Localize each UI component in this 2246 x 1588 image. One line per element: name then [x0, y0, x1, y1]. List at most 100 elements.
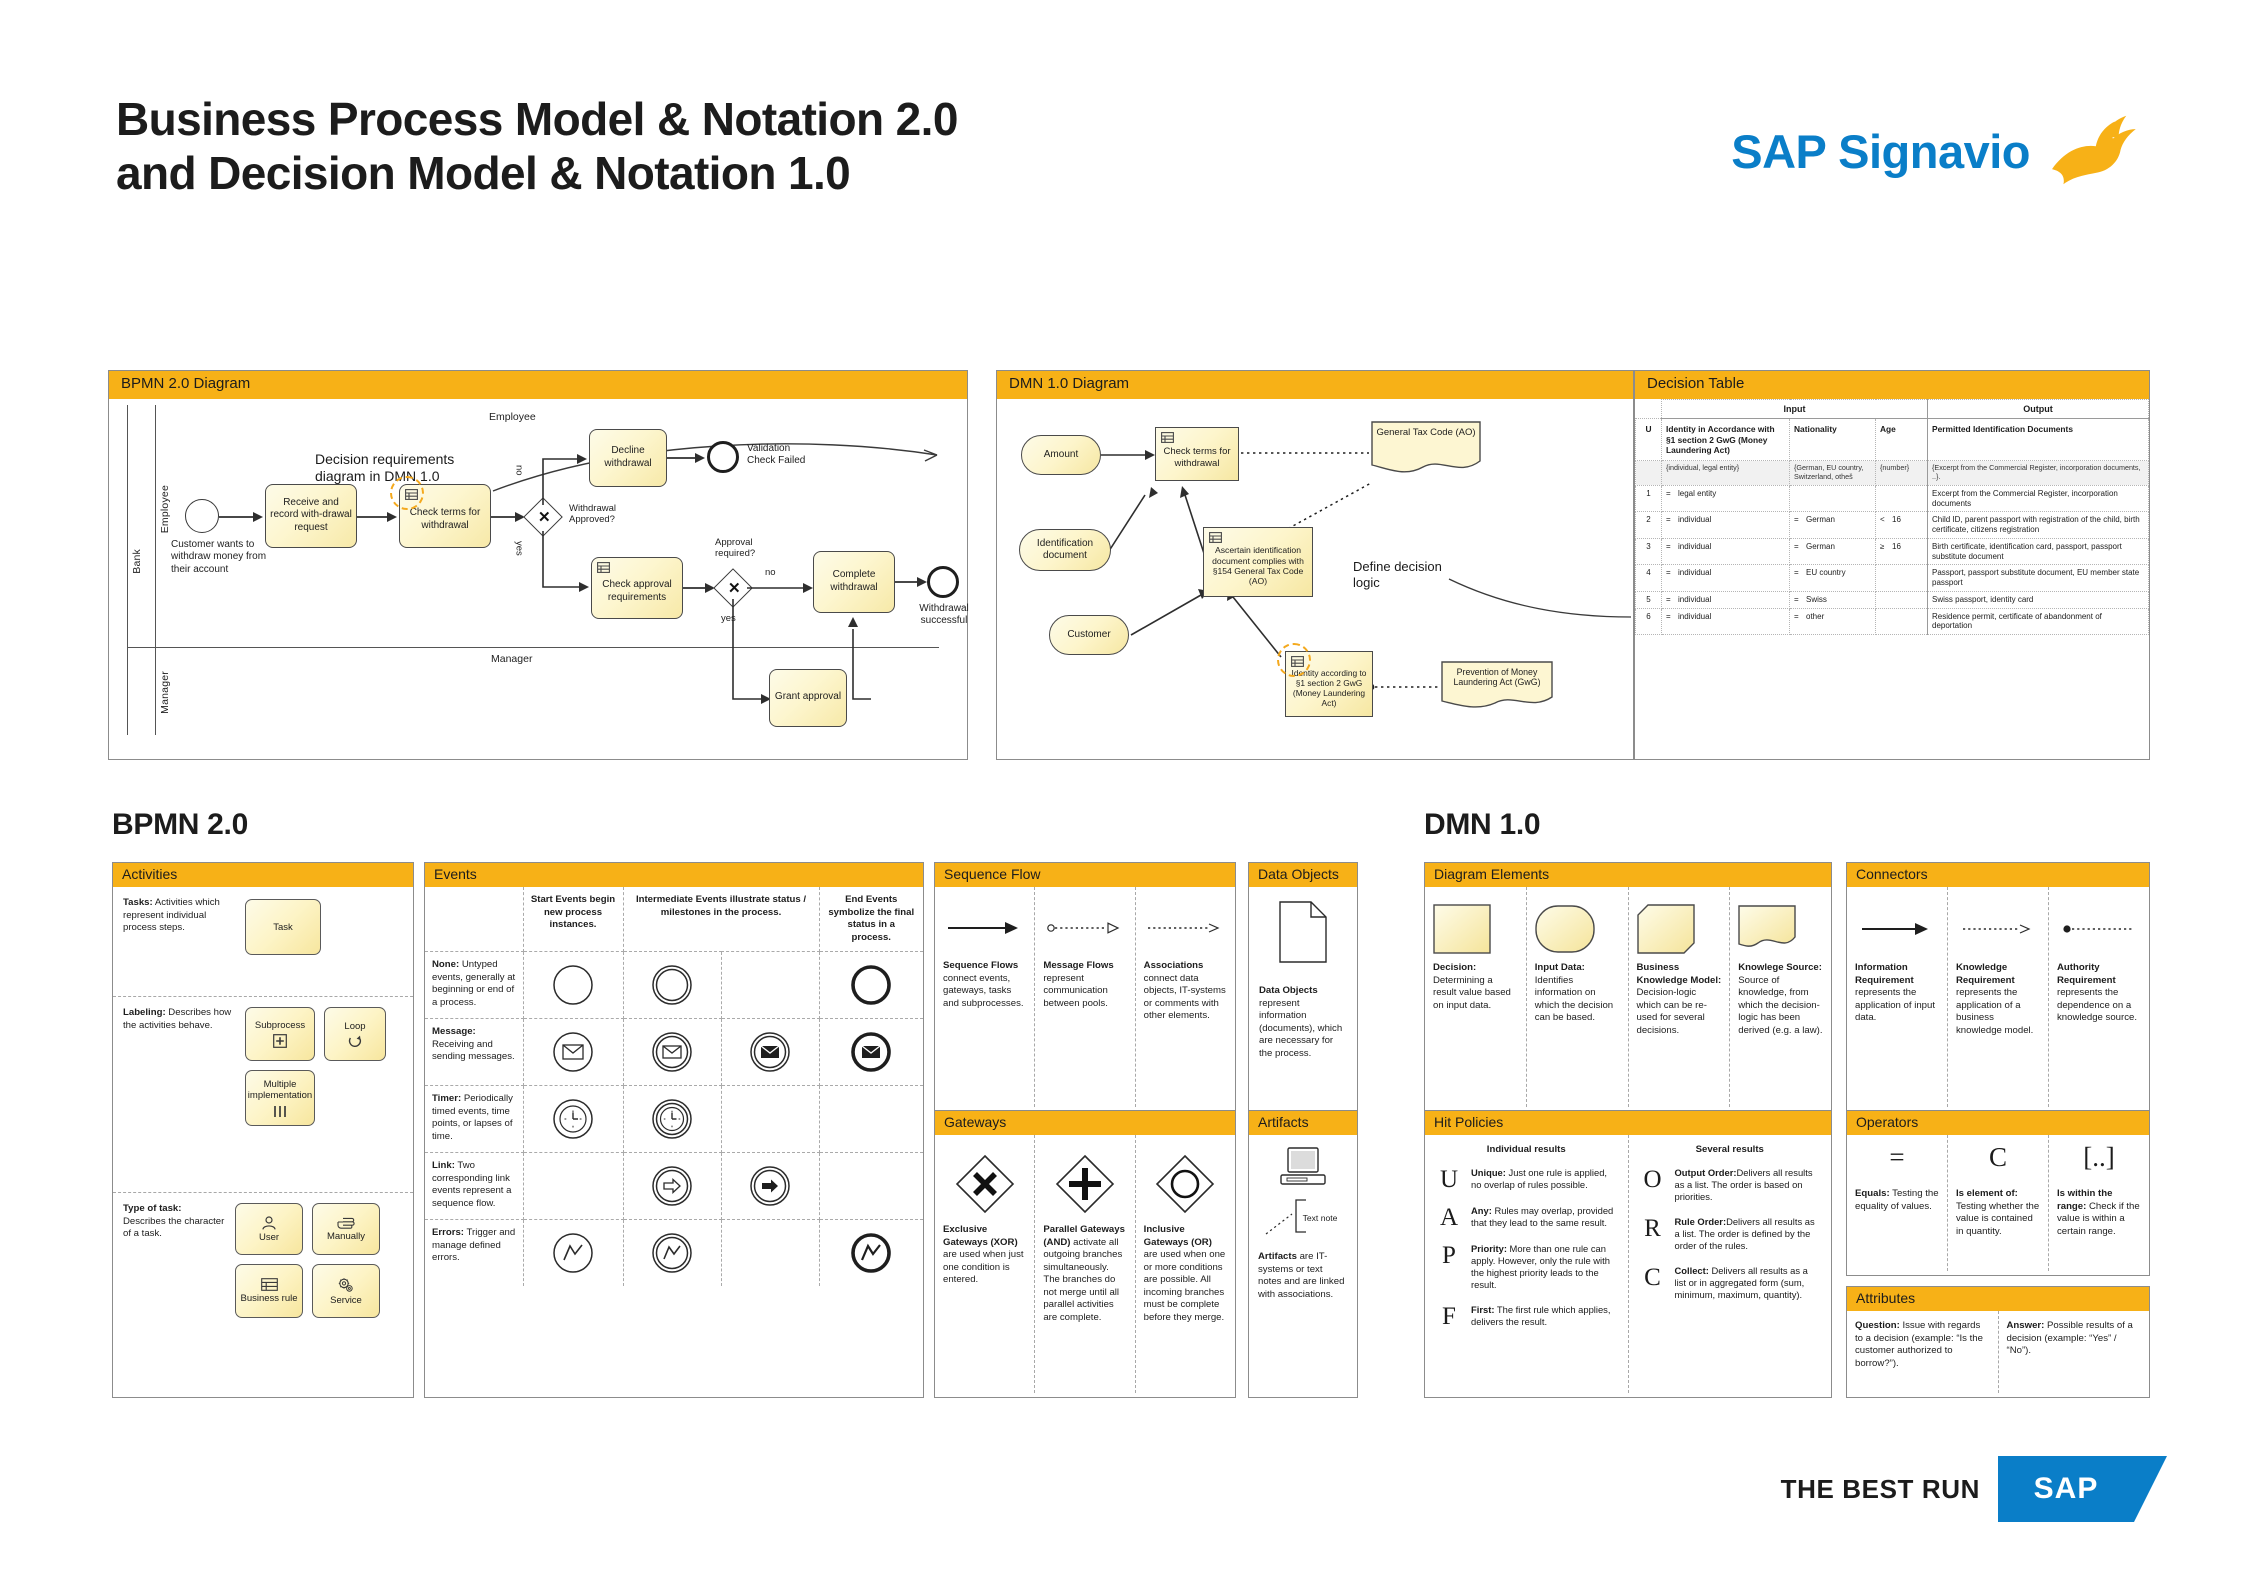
dmn-decision-ascertain-label: Ascertain identification document compli…: [1212, 545, 1304, 587]
event-none-end: [818, 951, 923, 1020]
event-link-end: [818, 1152, 923, 1221]
lead: Sequence Flows: [943, 960, 1019, 972]
lead: Message Flows: [1043, 960, 1114, 972]
shape-user-task: User: [235, 1203, 303, 1256]
decision-table-type-nationality: {German, EU country, Switzerland, otheš: [1789, 460, 1876, 486]
cell-nationality-value: German: [1806, 515, 1835, 525]
event-message-intermediate-catch: [622, 1018, 722, 1087]
attribute-answer-desc: Answer: Possible results of a decision (…: [2007, 1320, 2142, 1357]
diagram-element-input-data-desc: Input Data: Identifies information on wh…: [1535, 962, 1620, 1024]
event-error-intermediate: [622, 1219, 722, 1287]
op-symbol: =: [1794, 541, 1799, 551]
events-row-timer-desc: Timer: Periodically timed events, time p…: [425, 1085, 524, 1154]
activities-type-desc: Type of task: Describes the character of…: [123, 1203, 225, 1318]
shape-manual-label: Manually: [326, 1231, 366, 1243]
message-start-event-icon: [553, 1032, 593, 1073]
flow-label-yes-2: yes: [721, 612, 736, 624]
user-icon: [262, 1216, 276, 1230]
lane-divider: [127, 646, 939, 648]
shape-business-rule-task: Business rule: [235, 1264, 303, 1319]
op-symbol: =: [1666, 568, 1671, 578]
events-row-link: Link: Two corresponding link events repr…: [425, 1152, 923, 1221]
error-start-event-icon: [553, 1233, 593, 1274]
table-row: 5 = individual = Swiss Swiss passport, ide…: [1635, 590, 2149, 609]
events-col-intermediate: Intermediate Events illustrate status / …: [622, 887, 820, 953]
cell-nationality-value: EU country: [1806, 568, 1846, 578]
activities-tasks-desc: Tasks: Activities which represent indivi…: [123, 897, 235, 986]
timer-start-event-icon: [553, 1099, 593, 1140]
lane-header-employee: Employee: [489, 410, 536, 423]
event-timer-intermediate: [622, 1085, 722, 1154]
text: Determining a result value based on inpu…: [1433, 974, 1511, 1011]
events-row-none: None: Untyped events, generally at begin…: [425, 951, 923, 1020]
decision-table-body: Input Output U Identity in Accordance wi…: [1635, 398, 2149, 636]
lead: Authority Requirement: [2057, 962, 2116, 986]
cell-age: [1875, 564, 1928, 592]
flow-check-gw1: [491, 511, 525, 522]
events-title: Events: [425, 863, 923, 888]
decision-table-group-output: Output: [1927, 398, 2149, 420]
connector-authority-requirement-desc: Authority Requirement represents the dep…: [2057, 962, 2141, 1024]
lead: Decision:: [1433, 962, 1477, 974]
events-col-end: End Events symbolize the final status in…: [818, 887, 923, 953]
lead: Priority:: [1471, 1242, 1507, 1254]
events-row-timer: Timer: Periodically timed events, time p…: [425, 1085, 923, 1154]
diagram-element-decision-desc: Decision: Determining a result value bas…: [1433, 962, 1518, 1012]
operator-element-desc: Is element of: Testing whether the value…: [1956, 1188, 2040, 1238]
footer-tagline: THE BEST RUN: [1780, 1473, 1980, 1504]
cell-identity-value: individual: [1678, 568, 1712, 578]
page-title: Business Process Model & Notation 2.0 an…: [116, 92, 958, 201]
end-event-validation-failed-label: Validation Check Failed: [747, 442, 806, 467]
dmn-input-amount: Amount: [1021, 434, 1101, 475]
connector-knowledge-requirement-desc: Knowledge Requirement represents the app…: [1956, 962, 2040, 1037]
lead: Errors:: [432, 1227, 464, 1239]
sequence-flow-panel: Sequence Flow Sequence Flows connect eve…: [934, 862, 1236, 1112]
shape-multiple-implementation: Multiple implementation: [245, 1070, 315, 1127]
computer-icon: [1280, 1147, 1326, 1186]
highlight-ring-identity-bkm: [1277, 642, 1311, 677]
operator-equals: = Equals: Testing the equality of values…: [1847, 1135, 1948, 1272]
operators-title: Operators: [1847, 1111, 2149, 1136]
row-number: 6: [1635, 607, 1662, 636]
inclusive-gateway-icon: [1156, 1155, 1215, 1214]
event-link-intermediate-throw: [720, 1152, 820, 1221]
diagram-element-bkm: Business Knowledge Model: Decision-logic…: [1629, 887, 1731, 1108]
dmn-knowledge-source-tax-code-label: General Tax Code (AO): [1376, 426, 1476, 438]
activities-group-task-types: Type of task: Describes the character of…: [113, 1193, 413, 1328]
decision-table-hit-policy: U: [1635, 418, 1662, 462]
connectors-panel: Connectors Information Requirement repre…: [1846, 862, 2150, 1112]
pool-border-left: [127, 404, 128, 735]
sequence-flow-item-association: Associations connect data objects, IT-sy…: [1136, 887, 1235, 1107]
dmn-knowledge-source-prevention-label: Prevention of Money Laundering Act (GwG): [1453, 666, 1541, 688]
business-rule-icon-2: [597, 561, 610, 573]
highlight-ring-check-terms: [390, 475, 424, 510]
none-start-event-icon: [553, 965, 593, 1006]
sap-logo: SAP: [1998, 1456, 2167, 1522]
text: Testing whether the value is contained i…: [1956, 1200, 2040, 1237]
dmn-knowledge-source-prevention: Prevention of Money Laundering Act (GwG): [1441, 660, 1553, 711]
bpmn-diagram-title: BPMN 2.0 Diagram: [109, 371, 967, 399]
dmn-input-identification-document: Identification document: [1019, 528, 1111, 571]
poster-root: Business Process Model & Notation 2.0 an…: [0, 0, 2246, 1588]
text: symbolize the final status in a process.: [828, 906, 915, 943]
attributes-panel: Attributes Question: Issue with regards …: [1846, 1286, 2150, 1398]
cell-identity: = individual: [1661, 537, 1790, 566]
hit-policies-several-col: Several results O Output Order:Delivers …: [1629, 1135, 1832, 1393]
flow-grant-complete: [848, 616, 871, 700]
events-col-start: Start Events begin new process instances…: [522, 887, 624, 953]
dmn-decision-ascertain: Ascertain identification document compli…: [1203, 526, 1313, 597]
decision-table-icon-2: [1209, 531, 1222, 543]
loop-arrow-icon: [348, 1035, 362, 1047]
attribute-answer: Answer: Possible results of a decision (…: [1999, 1311, 2150, 1393]
shape-user-label: User: [258, 1231, 280, 1243]
hit-policy-letter-p: P: [1442, 1241, 1456, 1269]
connector-knowledge-requirement: Knowledge Requirement represents the app…: [1948, 887, 2049, 1108]
brand-name: SAP Signavio: [1731, 124, 2030, 178]
sequence-flow-arrow-icon: [947, 922, 1018, 935]
message-flow-desc: Message Flows represent communication be…: [1043, 960, 1126, 1010]
end-event-withdrawal-successful-label: Withdrawal successful: [919, 602, 969, 627]
cell-nationality: [1789, 484, 1876, 513]
hit-policies-individual-title: Individual results: [1486, 1144, 1566, 1156]
sequence-flow-item-sequence: Sequence Flows connect events, gateways,…: [935, 887, 1036, 1108]
row-number: 4: [1635, 564, 1662, 592]
